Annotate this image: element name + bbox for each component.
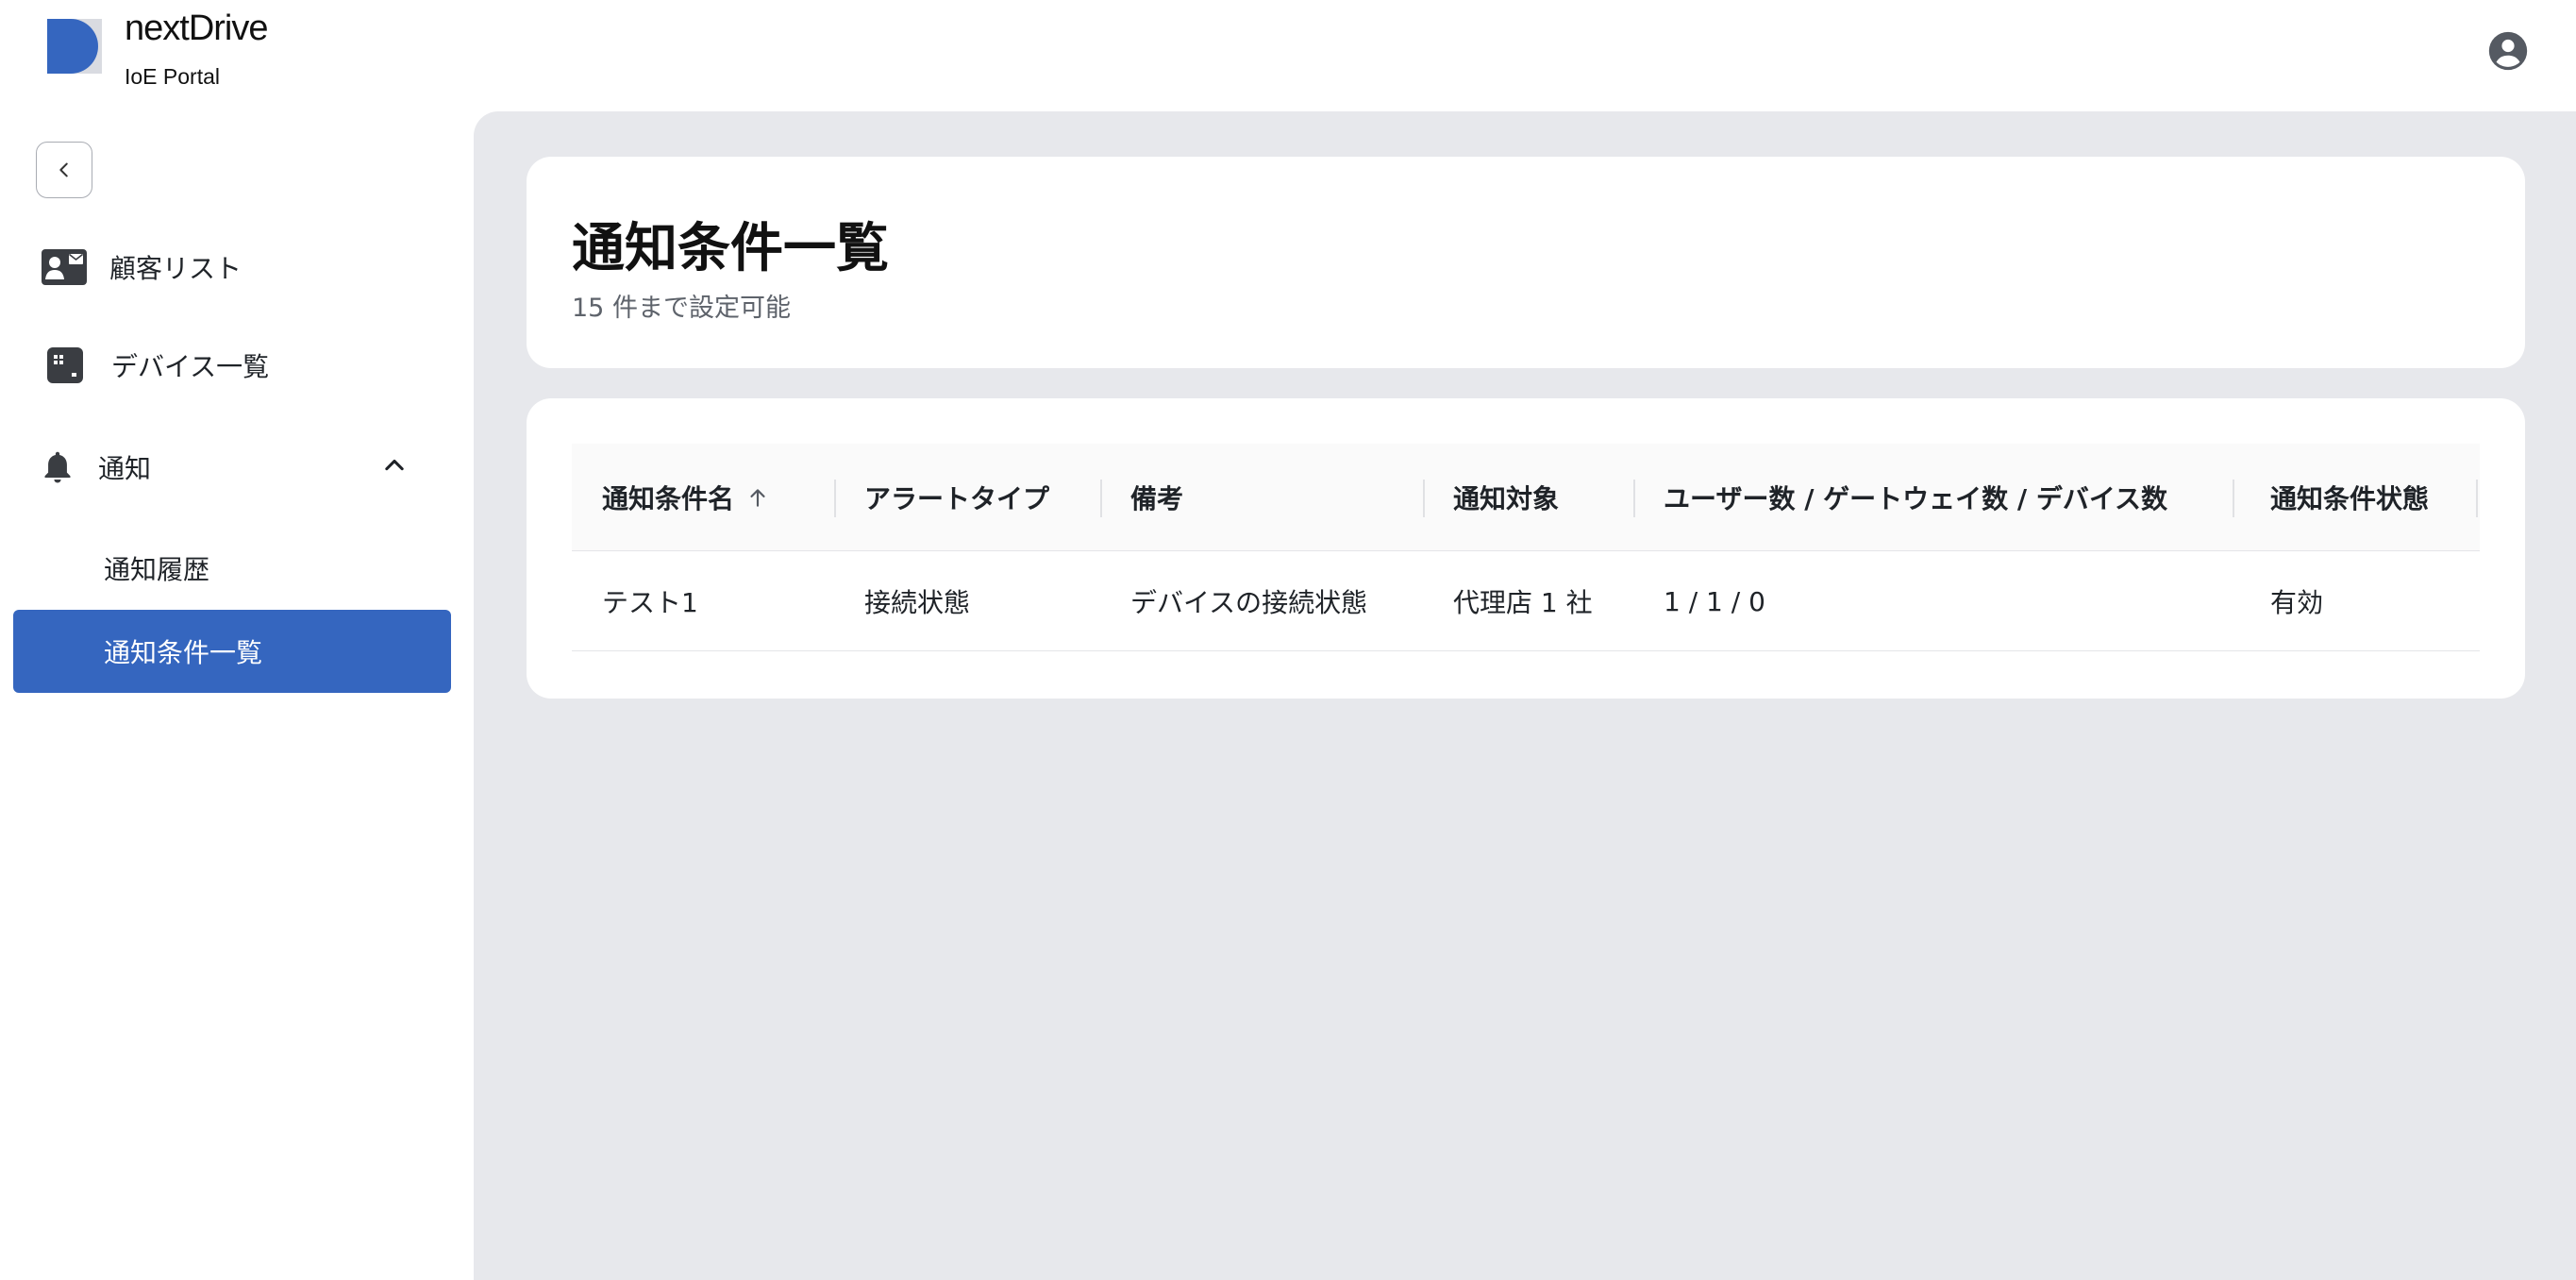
column-header-alert-type[interactable]: アラートタイプ: [864, 444, 1049, 551]
main-content: 通知条件一覧 15 件まで設定可能 通知条件名 アラートタイプ 備考 通知対象 …: [474, 111, 2576, 1280]
contact-card-icon: [42, 249, 87, 285]
brand-name: nextDrive: [125, 8, 268, 48]
sidebar-subitem-notification-conditions[interactable]: 通知条件一覧: [13, 610, 451, 693]
account-circle-icon: [2488, 31, 2528, 71]
table-header: 通知条件名 アラートタイプ 備考 通知対象 ユーザー数 / ゲートウェイ数 / …: [572, 444, 2480, 551]
app-logo[interactable]: nextDrive IoE Portal: [47, 9, 268, 90]
column-header-condition-name[interactable]: 通知条件名: [602, 444, 770, 551]
column-header-notification-target[interactable]: 通知対象: [1453, 444, 1559, 551]
device-icon: [47, 347, 83, 383]
sort-ascending-icon[interactable]: [745, 485, 770, 510]
cell-counts: 1 / 1 / 0: [1664, 585, 1765, 617]
table-row[interactable]: テスト1 接続状態 デバイスの接続状態 代理店 1 社 1 / 1 / 0 有効: [572, 551, 2480, 651]
sidebar-subitem-notification-history[interactable]: 通知履歴: [13, 527, 451, 610]
table-card: 通知条件名 アラートタイプ 備考 通知対象 ユーザー数 / ゲートウェイ数 / …: [527, 398, 2525, 699]
nextdrive-logo-mark: [47, 19, 102, 74]
cell-remarks: デバイスの接続状態: [1130, 587, 1368, 618]
column-header-counts[interactable]: ユーザー数 / ゲートウェイ数 / デバイス数: [1664, 444, 2167, 551]
cell-condition-status: 有効: [2270, 587, 2324, 618]
sidebar-item-devices[interactable]: デバイス一覧: [47, 342, 269, 389]
column-header-condition-status[interactable]: 通知条件状態: [2270, 444, 2429, 551]
collapse-sidebar-button[interactable]: [36, 142, 92, 198]
column-header-remarks[interactable]: 備考: [1130, 444, 1183, 551]
sidebar-subitem-label: 通知条件一覧: [104, 637, 263, 668]
account-button[interactable]: [2487, 30, 2529, 72]
cell-alert-type: 接続状態: [864, 587, 971, 618]
page-subtitle: 15 件まで設定可能: [572, 294, 791, 323]
sidebar-item-label: デバイス一覧: [111, 351, 270, 382]
sidebar-item-notifications[interactable]: 通知: [42, 444, 419, 491]
sidebar-item-label: 通知: [98, 453, 152, 484]
sidebar-item-label: 顧客リスト: [109, 253, 243, 284]
title-card: 通知条件一覧 15 件まで設定可能: [527, 157, 2525, 368]
notification-conditions-table: 通知条件名 アラートタイプ 備考 通知対象 ユーザー数 / ゲートウェイ数 / …: [572, 444, 2480, 651]
bell-icon: [42, 449, 74, 485]
sidebar-item-customers[interactable]: 顧客リスト: [42, 244, 242, 291]
page-title: 通知条件一覧: [572, 218, 889, 279]
chevron-left-icon: [59, 162, 68, 177]
product-name: IoE Portal: [125, 64, 220, 89]
cell-condition-name: テスト1: [602, 587, 698, 618]
sidebar-subitem-label: 通知履歴: [104, 554, 210, 585]
cell-notification-target: 代理店 1 社: [1453, 587, 1593, 618]
chevron-up-icon: [381, 451, 408, 484]
